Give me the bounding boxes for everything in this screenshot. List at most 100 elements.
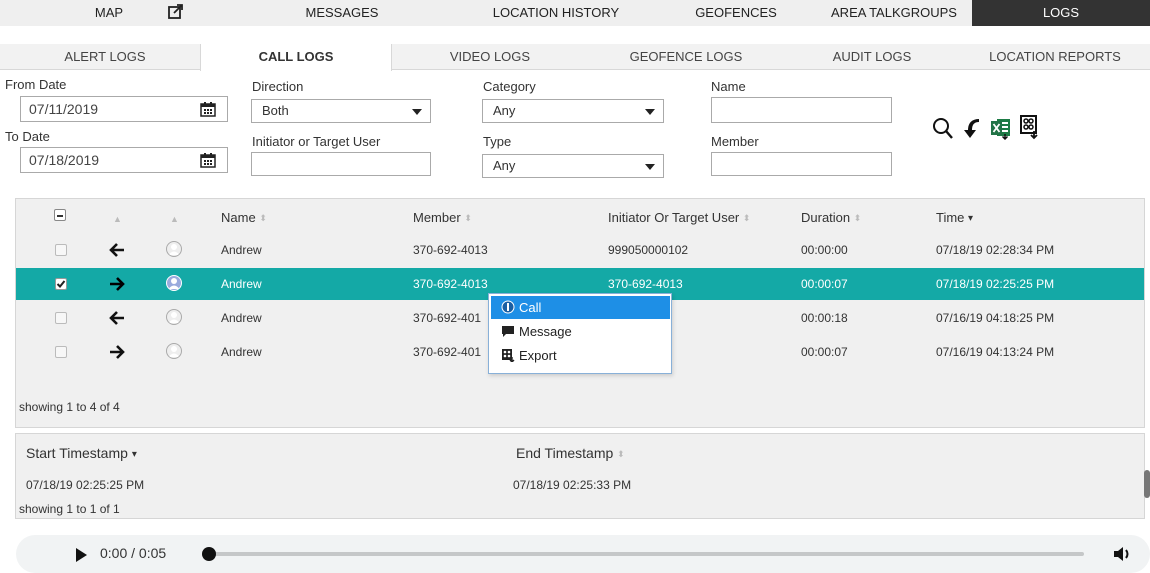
time-column-header[interactable]: Time ▾ [936, 210, 973, 225]
menu-item-call[interactable]: Call [491, 296, 670, 319]
arrow-left-icon [109, 243, 124, 257]
message-icon [502, 326, 514, 337]
name-cell: Andrew [221, 345, 262, 359]
direction-value: Both [262, 103, 289, 118]
progress-track[interactable] [212, 552, 1084, 556]
name-cell: Andrew [221, 311, 262, 325]
segment-end-cell[interactable]: 07/18/19 02:25:33 PM [513, 478, 631, 492]
end-timestamp-header[interactable]: End Timestamp ⬍ [516, 445, 625, 461]
user-avatar-icon [166, 275, 182, 291]
tab-geofences[interactable]: GEOFENCES [656, 0, 816, 26]
duration-column-header[interactable]: Duration ⬍ [801, 210, 861, 225]
search-icon[interactable] [932, 117, 954, 141]
tab-area-talkgroups-label: AREA TALKGROUPS [831, 5, 957, 20]
member-cell: 370-692-4013 [413, 277, 488, 291]
menu-item-message-label: Message [519, 324, 572, 339]
undo-arrow-icon[interactable] [960, 116, 982, 140]
subtab-geofence-logs[interactable]: GEOFENCE LOGS [588, 44, 784, 70]
duration-cell: 00:00:07 [801, 345, 848, 359]
user-avatar-icon [166, 241, 182, 257]
duration-header-label: Duration [801, 210, 851, 225]
tab-map-label: MAP [94, 5, 124, 20]
row-checkbox[interactable] [55, 346, 67, 358]
arrow-right-icon [110, 277, 125, 291]
name-column-header[interactable]: Name ⬍ [221, 210, 267, 225]
subtab-call-logs[interactable]: CALL LOGS [200, 44, 392, 71]
name-label: Name [711, 79, 746, 94]
start-timestamp-label: Start Timestamp [26, 445, 128, 461]
calendar-icon[interactable] [200, 101, 216, 117]
row-checkbox[interactable] [55, 244, 67, 256]
row-checkbox[interactable] [55, 312, 67, 324]
subtab-audit-logs[interactable]: AUDIT LOGS [784, 44, 960, 70]
member-header-label: Member [413, 210, 461, 225]
subtab-video-logs[interactable]: VIDEO LOGS [392, 44, 588, 70]
direction-label: Direction [252, 79, 304, 94]
member-cell: 370-692-4013 [413, 243, 488, 257]
menu-item-export[interactable]: Export [491, 344, 670, 367]
table-row[interactable]: Andrew 370-692-4013 999050000102 00:00:00 07… [16, 234, 1144, 266]
tab-logs[interactable]: LOGS [972, 0, 1150, 26]
member-column-header[interactable]: Member ⬍ [413, 210, 472, 225]
type-select[interactable]: Any [482, 154, 664, 178]
subtab-location-reports[interactable]: LOCATION REPORTS [960, 44, 1150, 70]
volume-icon[interactable] [1113, 545, 1133, 563]
sort-icon: ⬍ [464, 213, 472, 224]
scrollbar-thumb[interactable] [1144, 470, 1150, 498]
initiator-input[interactable] [251, 152, 431, 176]
audio-player: 0:00 / 0:05 [16, 535, 1150, 573]
initiator-header-label: Initiator Or Target User [608, 210, 740, 225]
from-date-label: From Date [5, 77, 67, 92]
tab-map[interactable]: MAP [0, 0, 228, 26]
name-cell: Andrew [221, 277, 262, 291]
subtab-location-reports-label: LOCATION REPORTS [989, 49, 1121, 64]
tab-area-talkgroups[interactable]: AREA TALKGROUPS [816, 0, 972, 26]
duration-cell: 00:00:00 [801, 243, 848, 257]
select-all-checkbox[interactable] [54, 209, 66, 224]
end-timestamp-label: End Timestamp [516, 445, 614, 461]
duration-cell: 00:00:07 [801, 277, 848, 291]
start-timestamp-header[interactable]: Start Timestamp ▾ [26, 445, 137, 461]
from-date-field[interactable]: 07/11/2019 [20, 96, 228, 122]
user-avatar-icon [166, 309, 182, 325]
row-checkbox[interactable] [55, 278, 67, 290]
chevron-down-icon [412, 109, 422, 115]
name-input[interactable] [711, 97, 892, 123]
avatar-sort-icon[interactable]: ▲ [170, 210, 179, 225]
segment-start-cell[interactable]: 07/18/19 02:25:25 PM [26, 478, 144, 492]
category-label: Category [483, 79, 536, 94]
calendar-icon[interactable] [200, 152, 216, 168]
menu-item-message[interactable]: Message [491, 320, 670, 343]
name-header-label: Name [221, 210, 256, 225]
category-select[interactable]: Any [482, 99, 664, 123]
context-menu: Call Message Export [488, 293, 672, 374]
direction-select[interactable]: Both [251, 99, 431, 123]
play-icon[interactable] [76, 548, 87, 562]
sort-icon: ⬍ [617, 448, 625, 459]
tab-logs-label: LOGS [1042, 5, 1080, 20]
direction-sort-icon[interactable]: ▲ [113, 210, 122, 225]
time-cell: 07/18/19 02:28:34 PM [936, 243, 1055, 257]
progress-knob[interactable] [202, 547, 216, 561]
table-footer: showing 1 to 4 of 4 [19, 400, 120, 414]
tab-messages[interactable]: MESSAGES [228, 0, 456, 26]
tab-location-history[interactable]: LOCATION HISTORY [456, 0, 656, 26]
excel-export-icon[interactable] [990, 116, 1012, 140]
segments-footer: showing 1 to 1 of 1 [19, 502, 120, 516]
export-icon[interactable] [1018, 114, 1040, 140]
initiator-column-header[interactable]: Initiator Or Target User ⬍ [608, 210, 750, 225]
subtab-geofence-logs-label: GEOFENCE LOGS [629, 49, 743, 64]
subtab-audit-logs-label: AUDIT LOGS [832, 49, 912, 64]
subtab-alert-logs[interactable]: ALERT LOGS [0, 44, 210, 70]
sort-icon: ⬍ [742, 213, 751, 224]
arrow-right-icon [110, 345, 125, 359]
export-icon [502, 349, 515, 362]
user-avatar-icon [166, 343, 182, 359]
member-cell: 370-692-401 [413, 345, 482, 359]
to-date-field[interactable]: 07/18/2019 [20, 147, 228, 173]
time-cell: 07/16/19 04:13:24 PM [936, 345, 1055, 359]
menu-item-export-label: Export [519, 348, 557, 363]
member-input[interactable] [711, 152, 892, 176]
open-external-icon[interactable] [167, 3, 185, 21]
tab-messages-label: MESSAGES [305, 5, 379, 20]
